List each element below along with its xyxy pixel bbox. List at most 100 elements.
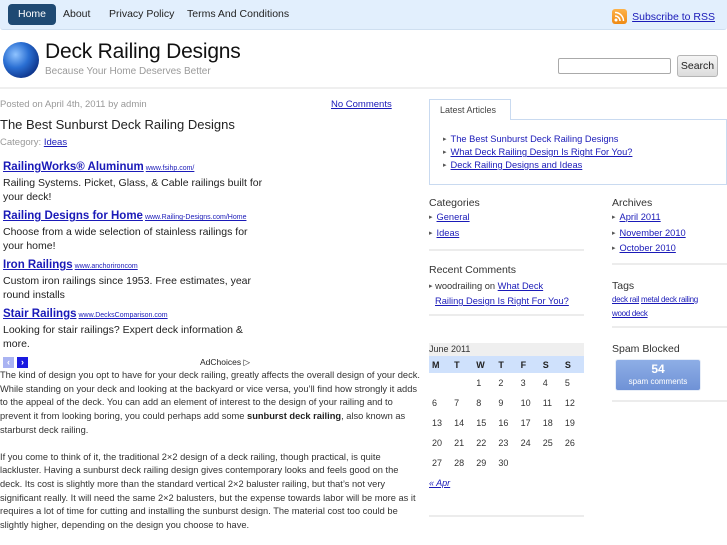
comment-post-link-cont[interactable]: Railing Design Is Right For You? <box>429 294 589 308</box>
tag-link[interactable]: metal deck railing <box>641 295 698 304</box>
post-meta: Posted on April 4th, 2011 by admin <box>0 99 147 110</box>
post-title[interactable]: The Best Sunburst Deck Railing Designs <box>0 117 235 132</box>
calendar-day: 12 <box>564 398 575 408</box>
archive-link[interactable]: October 2010 <box>620 243 676 253</box>
calendar-day: 20 <box>432 438 443 448</box>
calendar-day: 7 <box>454 398 460 408</box>
site-tagline: Because Your Home Deserves Better <box>45 66 211 77</box>
nav-privacy-policy[interactable]: Privacy Policy <box>99 4 184 25</box>
weekday-header: F <box>517 356 540 373</box>
calendar-day: 11 <box>542 398 553 408</box>
widget-divider <box>612 326 727 328</box>
nav-home[interactable]: Home <box>8 4 57 25</box>
recent-comments-title: Recent Comments <box>429 264 516 276</box>
calendar-day: 24 <box>520 438 531 448</box>
comment-on: on <box>484 281 496 291</box>
ad-url[interactable]: www.anchorironcom <box>75 263 138 270</box>
calendar-day: 15 <box>476 418 487 428</box>
calendar-day: 13 <box>432 418 443 428</box>
weekday-header: S <box>539 356 562 373</box>
nav-terms-and-conditions[interactable]: Terms And Conditions <box>177 4 299 25</box>
search-button[interactable]: Search <box>677 55 718 77</box>
calendar-week: 13 14 15 16 17 18 19 <box>429 413 584 433</box>
categories-title: Categories <box>429 197 480 209</box>
tag-cloud: deck rail metal deck railing wood deck <box>612 293 727 321</box>
weekday-header: M <box>429 356 452 373</box>
calendar-day: 25 <box>542 438 553 448</box>
calendar-day <box>518 453 540 473</box>
ad-url[interactable]: www.fsihp.com/ <box>146 165 195 172</box>
rss-icon <box>612 9 628 24</box>
calendar-week: 27 28 29 30 <box>429 453 584 473</box>
calendar-day: 23 <box>498 438 509 448</box>
ad-item: Stair Railings www.DecksComparison.com Lo… <box>3 304 263 351</box>
ad-description: Custom iron railings since 1953. Free es… <box>3 275 252 301</box>
adchoices-link[interactable]: AdChoices ▷ <box>200 357 250 368</box>
search-input[interactable] <box>558 58 671 74</box>
no-comments-link[interactable]: No Comments <box>331 99 392 110</box>
ad-description: Looking for stair railings? Expert deck … <box>3 324 243 350</box>
archives-title: Archives <box>612 197 653 209</box>
calendar-day: 3 <box>520 378 526 388</box>
calendar-day: 18 <box>542 418 553 428</box>
archive-link[interactable]: April 2011 <box>620 212 661 222</box>
ad-title[interactable]: Stair Railings <box>3 308 77 320</box>
ad-title[interactable]: Railing Designs for Home <box>3 210 143 222</box>
widget-divider <box>612 263 727 265</box>
calendar-day: 27 <box>432 458 443 468</box>
ad-block: RailingWorks® Aluminum www.fsihp.com/ Rai… <box>3 157 263 353</box>
ad-url[interactable]: www.Railing-Designs.com/Home <box>145 214 247 221</box>
subscribe-rss-link[interactable]: Subscribe to RSS <box>632 11 715 23</box>
tab-latest-articles[interactable]: Latest Articles <box>429 99 511 120</box>
ad-prev-button[interactable]: ‹ <box>3 357 14 368</box>
list-item: April 2011 <box>612 210 686 226</box>
subscribe-rss[interactable]: Subscribe to RSS <box>612 9 715 24</box>
spam-counter-badge: 54 spam comments <box>615 359 701 391</box>
site-title[interactable]: Deck Railing Designs <box>45 40 241 64</box>
widget-divider <box>429 249 584 251</box>
calendar-day: 30 <box>498 458 509 468</box>
calendar-day: 19 <box>564 418 575 428</box>
weekday-header: T <box>495 356 518 373</box>
list-item: What Deck Railing Design Is Right For Yo… <box>443 146 633 159</box>
ad-item: RailingWorks® Aluminum www.fsihp.com/ Rai… <box>3 157 263 204</box>
ad-url[interactable]: www.DecksComparison.com <box>79 312 168 319</box>
calendar-day: 14 <box>454 418 465 428</box>
category-general-link[interactable]: General <box>437 212 470 222</box>
widget-divider <box>429 515 584 517</box>
calendar-day: 2 <box>498 378 504 388</box>
latest-article-link[interactable]: The Best Sunburst Deck Railing Designs <box>451 134 619 144</box>
latest-articles-list: The Best Sunburst Deck Railing Designs W… <box>443 133 633 172</box>
latest-article-link[interactable]: What Deck Railing Design Is Right For Yo… <box>451 147 633 157</box>
calendar-day <box>429 373 451 393</box>
list-item: Ideas <box>429 226 470 242</box>
calendar-day: 5 <box>564 378 570 388</box>
widget-divider <box>612 400 727 402</box>
tags-title: Tags <box>612 280 635 292</box>
latest-article-link[interactable]: Deck Railing Designs and Ideas <box>451 160 583 170</box>
ad-description: Railing Systems. Picket, Glass, & Cable … <box>3 177 263 203</box>
archive-link[interactable]: November 2010 <box>620 228 686 238</box>
comment-author: woodrailing <box>435 281 483 291</box>
recent-comment-item: ▸ woodrailing on What Deck Railing Desig… <box>429 279 589 308</box>
tag-link[interactable]: wood deck <box>612 309 648 318</box>
spam-blocked-title: Spam Blocked <box>612 343 680 355</box>
list-item: Deck Railing Designs and Ideas <box>443 159 632 172</box>
calendar-prev-month-link[interactable]: « Apr <box>429 478 450 488</box>
post-paragraph: If you come to think of it, the traditio… <box>0 451 416 531</box>
ad-title[interactable]: RailingWorks® Aluminum <box>3 161 144 173</box>
ad-title[interactable]: Iron Railings <box>3 259 73 271</box>
list-item: The Best Sunburst Deck Railing Designs <box>443 133 632 146</box>
archives-list: April 2011 November 2010 October 2010 <box>612 210 686 257</box>
tag-link[interactable]: deck rail <box>612 295 639 304</box>
bold-keyword: sunburst deck railing <box>247 411 342 422</box>
calendar-day: 9 <box>498 398 504 408</box>
calendar-week: 20 21 22 23 24 25 26 <box>429 433 584 453</box>
nav-about[interactable]: About <box>53 4 100 25</box>
globe-icon[interactable] <box>3 42 39 78</box>
ad-next-button[interactable]: › <box>17 357 28 368</box>
category-ideas-link[interactable]: Ideas <box>437 228 460 238</box>
category-link[interactable]: Ideas <box>44 137 67 148</box>
comment-post-link[interactable]: What Deck <box>498 281 543 291</box>
calendar-week: 6 7 8 9 10 11 12 <box>429 393 584 413</box>
